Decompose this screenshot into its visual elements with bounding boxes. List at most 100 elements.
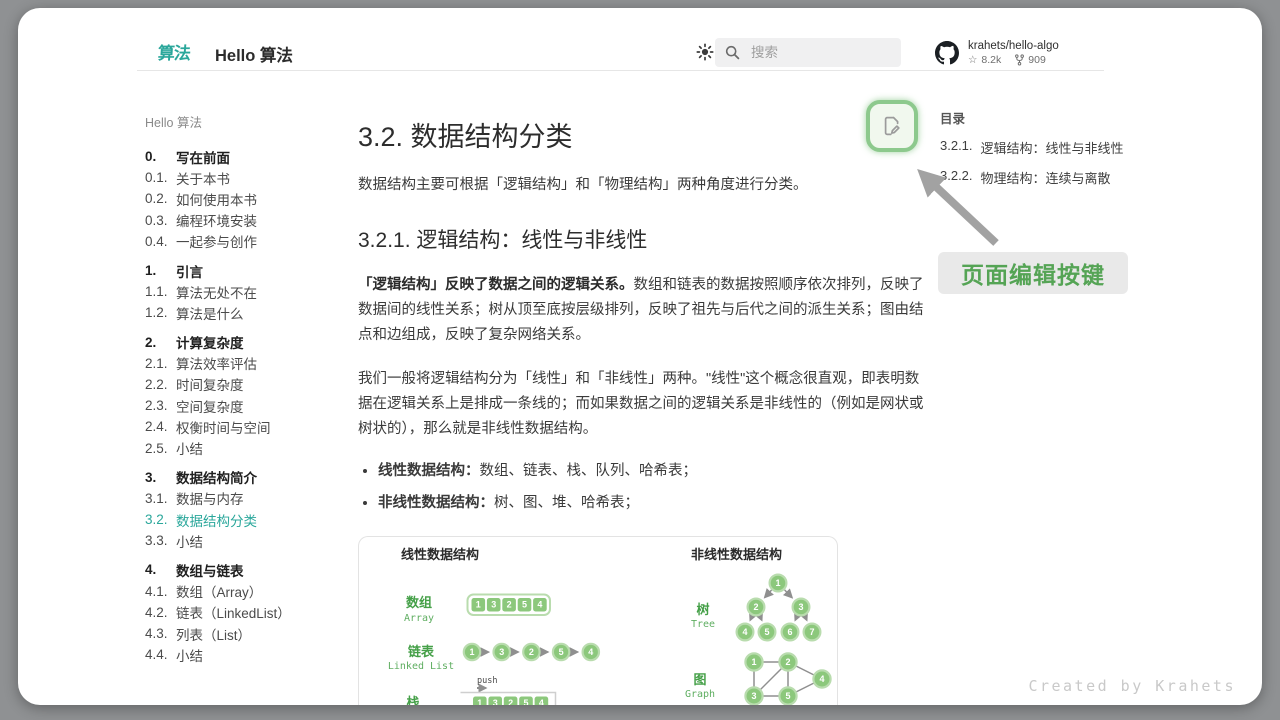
theme-toggle-icon[interactable] [696,43,714,61]
sidebar-item-number: 0. [145,149,176,164]
sidebar-item[interactable]: 1.2.算法是什么 [145,302,340,323]
sidebar-item[interactable]: 3.数据结构简介 [145,467,340,488]
sidebar-item-number: 4.2. [145,605,176,620]
sidebar-item-label: 计算复杂度 [176,332,244,352]
svg-text:1: 1 [775,578,780,588]
svg-text:5: 5 [523,698,528,705]
svg-text:1: 1 [476,600,481,610]
sidebar-item-label: 小结 [176,645,203,665]
svg-text:Tree: Tree [691,619,715,630]
svg-text:1: 1 [751,657,756,667]
svg-text:4: 4 [819,674,824,684]
sidebar-item-number: 2.1. [145,356,176,371]
svg-text:6: 6 [787,627,792,637]
svg-text:5: 5 [522,600,527,610]
repo-name: krahets/hello-algo [968,40,1059,52]
svg-text:5: 5 [785,691,790,701]
svg-text:线性数据结构: 线性数据结构 [401,547,479,562]
sidebar-item[interactable]: 0.4.一起参与创作 [145,231,340,252]
toc-item-label: 逻辑结构：线性与非线性 [981,138,1124,157]
sidebar-item[interactable]: 0.2.如何使用本书 [145,188,340,209]
figure-canvas: 线性数据结构非线性数据结构数组Array13254链表Linked List13… [359,537,837,705]
sidebar-item-label: 数据与内存 [176,488,244,508]
sidebar-item[interactable]: 2.1.算法效率评估 [145,353,340,374]
sidebar-item[interactable]: 0.写在前面 [145,146,340,167]
svg-text:3: 3 [798,602,803,612]
sidebar-item-label: 如何使用本书 [176,189,257,209]
sidebar-item-label: 空间复杂度 [176,396,244,416]
section-heading: 3.2.1. 逻辑结构：线性与非线性 [358,224,924,254]
sidebar-item[interactable]: 4.4.小结 [145,644,340,665]
svg-text:Graph: Graph [685,689,715,700]
sidebar-item-number: 3.1. [145,491,176,506]
sidebar-site-title: Hello 算法 [145,112,340,131]
search-input[interactable] [749,44,883,61]
sidebar-item-label: 数组与链表 [176,560,244,580]
site-logo[interactable]: 算法 [157,39,191,64]
sidebar-item-number: 3.3. [145,533,176,548]
sidebar-item[interactable]: 4.1.数组（Array） [145,581,340,602]
sidebar-item[interactable]: 3.2.数据结构分类 [145,509,340,530]
sidebar-item[interactable]: 3.3.小结 [145,530,340,551]
paragraph-logical-lead: 「逻辑结构」反映了数据之间的逻辑关系。 [358,277,634,293]
sidebar-item[interactable]: 2.3.空间复杂度 [145,395,340,416]
sidebar-item-label: 小结 [176,531,203,551]
sidebar-item-number: 2.4. [145,419,176,434]
sidebar-item[interactable]: 4.2.链表（LinkedList） [145,602,340,623]
graph-diagram: 图Graph12345 [685,653,831,704]
sidebar-item[interactable]: 1.引言 [145,260,340,281]
sidebar-item-number: 2.5. [145,441,176,456]
sidebar-item-label: 小结 [176,438,203,458]
svg-text:push: push [477,676,497,686]
annotation-arrow [903,156,1008,251]
paragraph-linear: 我们一般将逻辑结构分为「线性」和「非线性」两种。"线性"这个概念很直观，即表明数… [358,367,924,442]
sidebar-item[interactable]: 2.5.小结 [145,437,340,458]
sidebar-item[interactable]: 4.3.列表（List） [145,623,340,644]
svg-text:2: 2 [529,647,534,657]
paragraph-logical: 「逻辑结构」反映了数据之间的逻辑关系。数组和链表的数据按照顺序依次排列，反映了数… [358,273,924,348]
toc-item[interactable]: 3.2.1.逻辑结构：线性与非线性 [940,138,1150,157]
sidebar-item[interactable]: 2.4.权衡时间与空间 [145,416,340,437]
svg-text:5: 5 [559,647,564,657]
sidebar-item-number: 4.3. [145,626,176,641]
sidebar-item-number: 1.1. [145,284,176,299]
search-box [715,38,901,67]
tree-diagram: 树Tree1234567 [691,575,820,641]
sidebar-item-label: 链表（LinkedList） [176,602,291,622]
edit-document-icon [880,114,904,138]
github-repo-link[interactable]: krahets/hello-algo ☆ 8.2k 909 [935,40,1059,66]
sidebar-item[interactable]: 3.1.数据与内存 [145,488,340,509]
array-diagram: 数组Array13254 [404,595,550,625]
svg-text:非线性数据结构: 非线性数据结构 [691,547,782,562]
sidebar-item[interactable]: 4.数组与链表 [145,559,340,580]
header-divider [137,70,1104,71]
sidebar-item[interactable]: 2.2.时间复杂度 [145,374,340,395]
svg-text:图: 图 [693,672,706,687]
sidebar-item-label: 数据结构简介 [176,467,257,487]
sidebar-item-number: 2.2. [145,377,176,392]
sidebar-item[interactable]: 0.1.关于本书 [145,167,340,188]
page-title: 3.2. 数据结构分类 [358,115,924,154]
svg-text:2: 2 [785,657,790,667]
edit-page-button[interactable] [866,100,918,152]
sidebar-item-number: 0.1. [145,170,176,185]
site-title: Hello 算法 [215,42,293,66]
stack-diagram: push13254栈Stack [401,676,556,705]
bullet-item: 非线性数据结构：树、图、堆、哈希表； [378,491,924,515]
svg-text:树: 树 [696,602,709,617]
sidebar-item-number: 4. [145,562,176,577]
sidebar-item-number: 2.3. [145,398,176,413]
sidebar-item-label: 列表（List） [176,624,251,644]
annotation-label: 页面编辑按键 [938,252,1128,294]
svg-text:5: 5 [764,627,769,637]
sidebar-item[interactable]: 0.3.编程环境安装 [145,210,340,231]
sidebar-item[interactable]: 1.1.算法无处不在 [145,281,340,302]
svg-text:Linked List: Linked List [388,661,454,672]
sidebar-item-number: 0.3. [145,213,176,228]
sidebar-item[interactable]: 2.计算复杂度 [145,332,340,353]
svg-text:2: 2 [753,602,758,612]
svg-text:3: 3 [491,600,496,610]
svg-text:3: 3 [493,698,498,705]
sidebar-item-label: 关于本书 [176,168,230,188]
svg-text:3: 3 [499,647,504,657]
